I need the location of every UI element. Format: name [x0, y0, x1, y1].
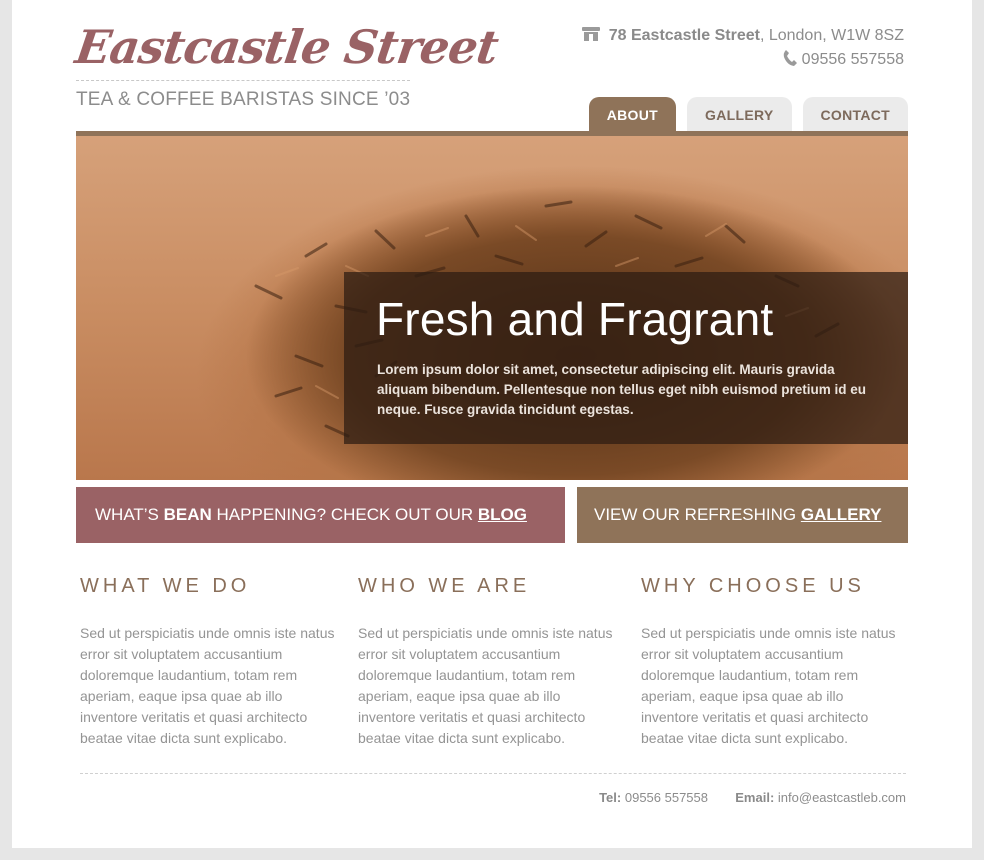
column-heading: WHY CHOOSE US — [641, 575, 865, 597]
address-line: 78 Eastcastle Street, London, W1W 8SZ — [581, 24, 904, 48]
phone-icon — [783, 50, 797, 66]
blog-cta-pre: WHAT’S — [95, 505, 164, 524]
column-heading: WHAT WE DO — [80, 575, 251, 597]
address-city: , London, W1W 8SZ — [759, 27, 904, 44]
blog-cta-mid: HAPPENING? CHECK OUT OUR — [211, 505, 478, 524]
site-tagline: TEA & COFFEE BARISTAS SINCE ’03 — [76, 89, 411, 110]
address-street: 78 Eastcastle Street — [608, 27, 760, 44]
gallery-cta-banner[interactable]: VIEW OUR REFRESHING GALLERY — [577, 487, 908, 543]
footer-email-label: Email: — [735, 790, 775, 805]
column-why-choose-us: WHY CHOOSE US Sed ut perspiciatis unde o… — [641, 575, 901, 749]
gallery-link[interactable]: GALLERY — [801, 505, 882, 524]
footer-email[interactable]: info@eastcastleb.com — [778, 790, 906, 805]
hero-banner: Fresh and Fragrant Lorem ipsum dolor sit… — [76, 136, 908, 480]
blog-cta-bold: BEAN — [163, 505, 212, 524]
address-phone[interactable]: 09556 557558 — [802, 51, 904, 68]
content-wrapper: Eastcastle Street TEA & COFFEE BARISTAS … — [72, 0, 908, 848]
gallery-cta-pre: VIEW OUR REFRESHING — [594, 505, 801, 524]
footer-tel-label: Tel: — [599, 790, 622, 805]
footer-contact: Tel: 09556 557558 Email: info@eastcastle… — [599, 790, 906, 805]
page: Eastcastle Street TEA & COFFEE BARISTAS … — [12, 0, 972, 848]
main-nav: ABOUT GALLERY CONTACT — [588, 97, 908, 133]
tab-gallery[interactable]: GALLERY — [687, 97, 792, 133]
footer-tel[interactable]: 09556 557558 — [625, 790, 708, 805]
blog-cta-banner[interactable]: WHAT’S BEAN HAPPENING? CHECK OUT OUR BLO… — [76, 487, 565, 543]
phone-line: 09556 557558 — [581, 48, 904, 72]
hero-text: Lorem ipsum dolor sit amet, consectetur … — [377, 362, 867, 417]
tab-about[interactable]: ABOUT — [588, 97, 677, 133]
column-text: Sed ut perspiciatis unde omnis iste natu… — [358, 625, 613, 746]
contact-address: 78 Eastcastle Street, London, W1W 8SZ 09… — [581, 24, 904, 72]
column-heading: WHO WE ARE — [358, 575, 531, 597]
shop-icon — [581, 27, 600, 41]
footer-divider — [80, 773, 906, 774]
tab-contact[interactable]: CONTACT — [802, 97, 908, 133]
column-text: Sed ut perspiciatis unde omnis iste natu… — [641, 625, 896, 746]
column-text: Sed ut perspiciatis unde omnis iste natu… — [80, 625, 335, 746]
hero-caption: Fresh and Fragrant Lorem ipsum dolor sit… — [344, 272, 908, 444]
hero-title: Fresh and Fragrant — [376, 293, 774, 345]
site-logo-title[interactable]: Eastcastle Street — [72, 20, 501, 74]
blog-link[interactable]: BLOG — [478, 505, 527, 524]
column-who-we-are: WHO WE ARE Sed ut perspiciatis unde omni… — [358, 575, 618, 749]
column-what-we-do: WHAT WE DO Sed ut perspiciatis unde omni… — [80, 575, 340, 749]
logo-divider — [76, 80, 410, 81]
